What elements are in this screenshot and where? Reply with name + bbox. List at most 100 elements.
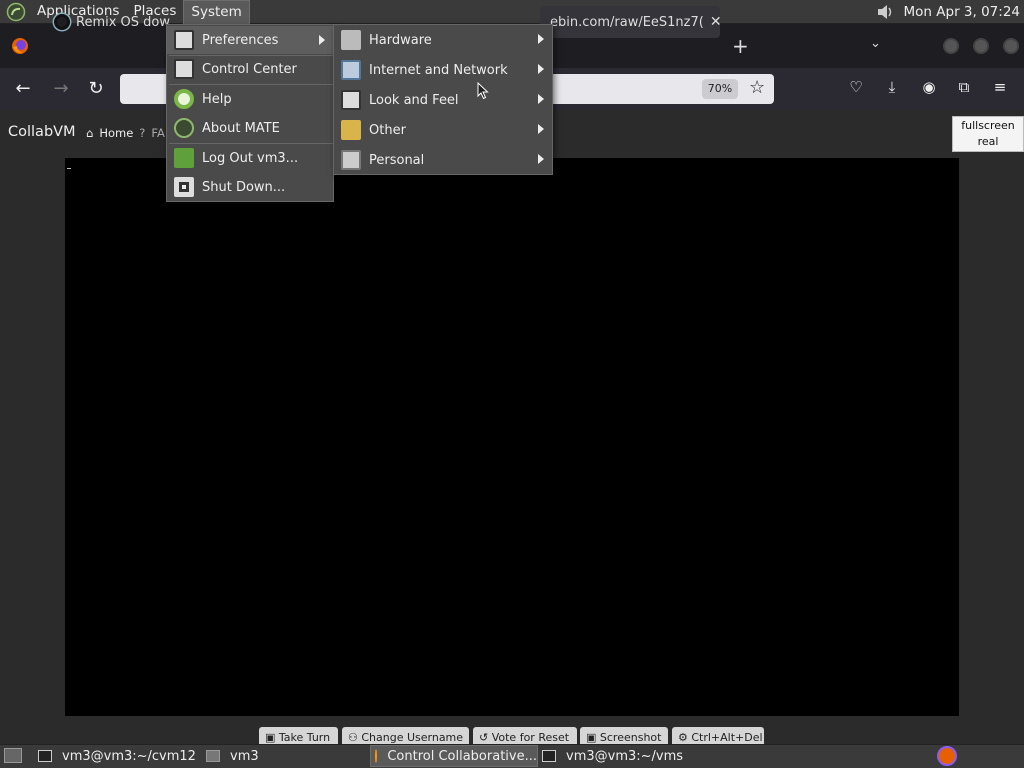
extensions-icon[interactable]: ⧉ [955,78,973,96]
mate-logo-icon [174,118,194,138]
fullscreen-label-real: real [977,135,999,148]
task-label: Control Collaborative... [387,748,537,764]
menu-item-label: Help [202,91,232,107]
menu-item-label: Internet and Network [369,62,508,78]
menu-item-label: About MATE [202,120,280,136]
window-minimize-button[interactable] [943,38,959,54]
firefox-logo-icon[interactable] [10,36,30,56]
submenu-item-hardware[interactable]: Hardware [334,25,552,55]
taskbar-terminal-vms[interactable]: vm3@vm3:~/vms [542,745,702,767]
button-label: Change Username [361,731,464,744]
mate-logo-icon[interactable] [6,2,26,22]
task-label: vm3@vm3:~/cvm12 [62,748,196,764]
back-arrow-icon[interactable]: ← [12,78,34,100]
text-cursor [67,168,71,169]
site-brand[interactable]: CollabVM [8,124,76,140]
hamburger-menu-icon[interactable]: ≡ [991,78,1009,96]
firefox-icon [375,749,378,763]
mouse-pointer-icon [477,82,489,100]
task-label: vm3@vm3:~/vms [566,748,684,764]
home-icon[interactable]: ⌂ [86,126,93,140]
vote-for-reset-button[interactable]: ↺ Vote for Reset [473,727,577,745]
submenu-item-other[interactable]: Other [334,115,552,145]
screenshot-button[interactable]: ▣ Screenshot [580,727,668,745]
clock[interactable]: Mon Apr 3, 07:24 [904,4,1020,20]
forward-arrow-icon[interactable]: → [50,78,72,100]
hardware-icon [341,30,361,50]
submenu-arrow-icon [538,124,544,134]
preferences-submenu: Hardware Internet and Network Look and F… [333,24,553,175]
control-center-icon [174,59,194,79]
close-icon[interactable]: ✕ [710,14,722,30]
nav-faq-link[interactable]: FA [151,126,164,140]
take-turn-button[interactable]: ▣ Take Turn [259,727,338,745]
window-close-button[interactable] [1003,38,1019,54]
menu-item-help[interactable]: Help [167,85,333,113]
logout-icon [174,148,194,168]
download-icon[interactable]: ⤓ [883,78,901,96]
fullscreen-button[interactable]: fullscreen real [952,116,1024,152]
change-username-button[interactable]: ⚇ Change Username [342,727,469,745]
menu-item-preferences[interactable]: Preferences [167,26,333,54]
vm-display[interactable] [65,158,959,716]
task-label: vm3 [230,748,259,764]
tab-favicon-icon [54,14,70,30]
submenu-arrow-icon [538,154,544,164]
ctrl-alt-del-button[interactable]: ⚙ Ctrl+Alt+Del [672,727,764,745]
taskbar-folder-vm3[interactable]: vm3 [206,745,366,767]
tab-title: ebin.com/raw/EeS1nz7( [550,14,704,30]
submenu-item-look-and-feel[interactable]: Look and Feel [334,85,552,115]
taskbar-firefox[interactable]: Control Collaborative... [370,745,538,767]
site-nav: ⌂ Home ? FA [86,126,165,140]
window-maximize-button[interactable] [973,38,989,54]
bookmark-star-icon[interactable]: ☆ [749,77,765,98]
submenu-arrow-icon [538,94,544,104]
terminal-icon [38,750,52,762]
menu-item-label: Control Center [202,61,297,77]
menu-item-label: Log Out vm3... [202,150,299,166]
menu-item-label: Other [369,122,406,138]
button-label: Take Turn [278,731,331,744]
terminal-icon [542,750,556,762]
submenu-item-internet-network[interactable]: Internet and Network [334,55,552,85]
zoom-level-button[interactable]: 70% [702,79,738,99]
chevron-down-icon[interactable]: ⌄ [870,36,881,51]
menu-item-log-out[interactable]: Log Out vm3... [167,144,333,172]
menu-item-label: Preferences [202,32,279,48]
new-tab-plus-icon[interactable]: + [732,34,749,58]
tab-remix-os[interactable]: Remix OS dow [50,6,170,38]
fullscreen-label: fullscreen [961,119,1015,132]
nav-home-link[interactable]: Home [99,126,133,140]
menu-item-about-mate[interactable]: About MATE [167,114,333,142]
help-circle-icon[interactable]: ? [139,126,145,140]
shutdown-icon [174,177,194,197]
pocket-icon[interactable]: ♡ [847,78,865,96]
look-and-feel-icon [341,90,361,110]
tab-title: Remix OS dow [76,14,171,30]
system-menu[interactable]: System [183,0,250,24]
personal-icon [341,150,361,170]
taskbar-terminal-cvm12[interactable]: vm3@vm3:~/cvm12 [38,745,198,767]
menu-item-shut-down[interactable]: Shut Down... [167,173,333,201]
menu-item-label: Look and Feel [369,92,459,108]
account-icon[interactable]: ◉ [920,78,938,96]
tab-pastebin[interactable]: ebin.com/raw/EeS1nz7( ✕ [540,6,722,38]
menu-item-label: Personal [369,152,425,168]
menu-item-label: Hardware [369,32,432,48]
menu-item-label: Shut Down... [202,179,286,195]
folder-icon [206,750,220,762]
submenu-arrow-icon [538,34,544,44]
volume-icon[interactable] [874,2,896,22]
button-label: Vote for Reset [491,731,570,744]
button-label: Ctrl+Alt+Del [691,731,763,744]
system-dropdown-menu: Preferences Control Center Help About MA… [166,24,334,202]
menu-item-control-center[interactable]: Control Center [167,55,333,83]
firefox-tray-icon[interactable] [937,746,957,766]
submenu-item-personal[interactable]: Personal [334,145,552,175]
show-desktop-icon[interactable] [4,748,22,763]
lifebuoy-icon [174,89,194,109]
submenu-arrow-icon [319,35,325,45]
reload-icon[interactable]: ↻ [85,78,107,100]
button-label: Screenshot [599,731,662,744]
preferences-icon [174,30,194,50]
